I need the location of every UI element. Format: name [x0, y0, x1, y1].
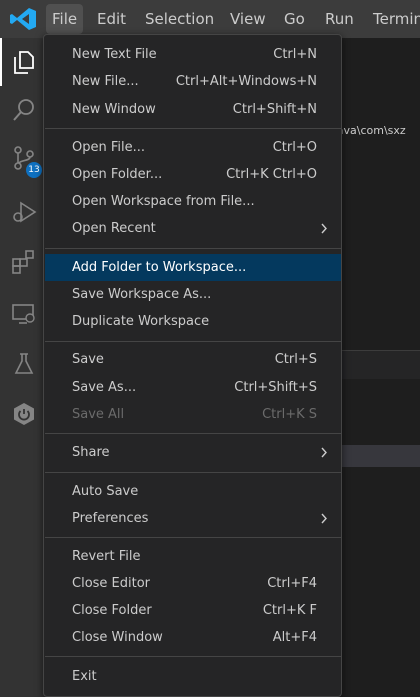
menu-separator [45, 341, 341, 342]
menu-item-shortcut: Ctrl+O [272, 140, 317, 155]
menu-separator [45, 248, 341, 249]
menu-item-open-recent[interactable]: Open Recent [45, 215, 341, 242]
menu-item-save-all: Save All Ctrl+K S [45, 401, 341, 428]
menu-run[interactable]: Run [319, 4, 360, 34]
chevron-right-icon [321, 447, 327, 458]
menu-item-label: New Text File [72, 47, 157, 62]
menu-item-close-editor[interactable]: Close Editor Ctrl+F4 [45, 570, 341, 597]
menu-item-open-folder[interactable]: Open Folder... Ctrl+K Ctrl+O [45, 161, 341, 188]
menu-item-label: New File... [72, 74, 139, 89]
menu-item-label: Save As... [72, 380, 137, 395]
menu-item-auto-save[interactable]: Auto Save [45, 478, 341, 505]
remote-explorer-icon[interactable] [0, 290, 48, 338]
title-bar: File Edit Selection View Go Run Termin [0, 0, 420, 38]
menu-item-shortcut: Alt+F4 [272, 630, 317, 645]
panel-row [340, 350, 420, 379]
spring-boot-icon[interactable] [0, 390, 48, 438]
chevron-right-icon [321, 513, 327, 524]
menu-item-shortcut: Ctrl+Shift+S [234, 380, 317, 395]
menu-item-label: Open Workspace from File... [72, 194, 255, 209]
vscode-logo-icon[interactable] [9, 7, 37, 31]
menu-item-shortcut: Ctrl+K S [262, 407, 317, 422]
menu-item-new-text-file[interactable]: New Text File Ctrl+N [45, 41, 341, 68]
menu-item-shortcut: Ctrl+K Ctrl+O [226, 167, 317, 182]
menu-item-label: Save [72, 352, 104, 367]
menu-separator [45, 656, 341, 657]
source-control-icon[interactable] [0, 134, 48, 182]
menu-item-label: Share [72, 445, 110, 460]
run-debug-icon[interactable] [0, 188, 48, 236]
menu-item-label: Open Recent [72, 221, 156, 236]
menu-item-shortcut: Ctrl+S [274, 352, 317, 367]
menu-item-shortcut: Ctrl+F4 [267, 576, 317, 591]
menu-item-label: Duplicate Workspace [72, 314, 210, 329]
menu-item-label: Revert File [72, 549, 141, 564]
menu-item-revert-file[interactable]: Revert File [45, 543, 341, 570]
panel-row [340, 445, 420, 467]
menu-item-shortcut: Ctrl+N [273, 47, 317, 62]
file-menu-dropdown: New Text File Ctrl+N New File... Ctrl+Alt+… [43, 34, 342, 697]
menu-item-close-window[interactable]: Close Window Alt+F4 [45, 624, 341, 651]
menu-item-label: Open File... [72, 140, 146, 155]
menu-item-label: Auto Save [72, 484, 139, 499]
menu-separator [45, 433, 341, 434]
menu-edit[interactable]: Edit [91, 4, 132, 34]
menu-item-open-workspace-from-file[interactable]: Open Workspace from File... [45, 188, 341, 215]
menu-item-label: New Window [72, 102, 156, 117]
menu-item-share[interactable]: Share [45, 439, 341, 466]
menu-item-save-as[interactable]: Save As... Ctrl+Shift+S [45, 374, 341, 401]
menu-item-label: Open Folder... [72, 167, 163, 182]
menu-item-add-folder-to-workspace[interactable]: Add Folder to Workspace... [45, 254, 341, 281]
menu-item-close-folder[interactable]: Close Folder Ctrl+K F [45, 597, 341, 624]
menu-item-label: Save Workspace As... [72, 287, 212, 302]
menu-item-label: Close Folder [72, 603, 152, 618]
menu-item-label: Close Window [72, 630, 163, 645]
menu-item-label: Save All [72, 407, 125, 422]
testing-icon[interactable] [0, 340, 48, 388]
menu-item-label: Preferences [72, 511, 149, 526]
menu-item-save[interactable]: Save Ctrl+S [45, 346, 341, 373]
menu-item-shortcut: Ctrl+Shift+N [232, 102, 317, 117]
menu-item-shortcut: Ctrl+Alt+Windows+N [175, 74, 317, 89]
menu-item-open-file[interactable]: Open File... Ctrl+O [45, 134, 341, 161]
menu-item-new-file[interactable]: New File... Ctrl+Alt+Windows+N [45, 68, 341, 95]
menu-item-label: Exit [72, 669, 97, 684]
source-control-badge: 13 [26, 162, 42, 178]
menu-item-preferences[interactable]: Preferences [45, 505, 341, 532]
menu-terminal[interactable]: Termin [367, 4, 420, 34]
menu-separator [45, 537, 341, 538]
menu-item-label: Add Folder to Workspace... [72, 260, 247, 275]
menu-item-duplicate-workspace[interactable]: Duplicate Workspace [45, 308, 341, 335]
menu-go[interactable]: Go [278, 4, 311, 34]
activity-bar: 13 [0, 38, 48, 697]
explorer-icon[interactable] [0, 38, 48, 86]
menu-item-exit[interactable]: Exit [45, 663, 341, 690]
menu-item-save-workspace-as[interactable]: Save Workspace As... [45, 281, 341, 308]
menu-item-shortcut: Ctrl+K F [262, 603, 317, 618]
menu-view[interactable]: View [224, 4, 272, 34]
chevron-right-icon [321, 223, 327, 234]
menu-selection[interactable]: Selection [139, 4, 220, 34]
menu-separator [45, 128, 341, 129]
search-icon[interactable] [0, 86, 48, 134]
menu-file[interactable]: File [46, 4, 84, 34]
menu-separator [45, 472, 341, 473]
menu-item-new-window[interactable]: New Window Ctrl+Shift+N [45, 96, 341, 123]
extensions-icon[interactable] [0, 238, 48, 286]
menu-item-label: Close Editor [72, 576, 151, 591]
